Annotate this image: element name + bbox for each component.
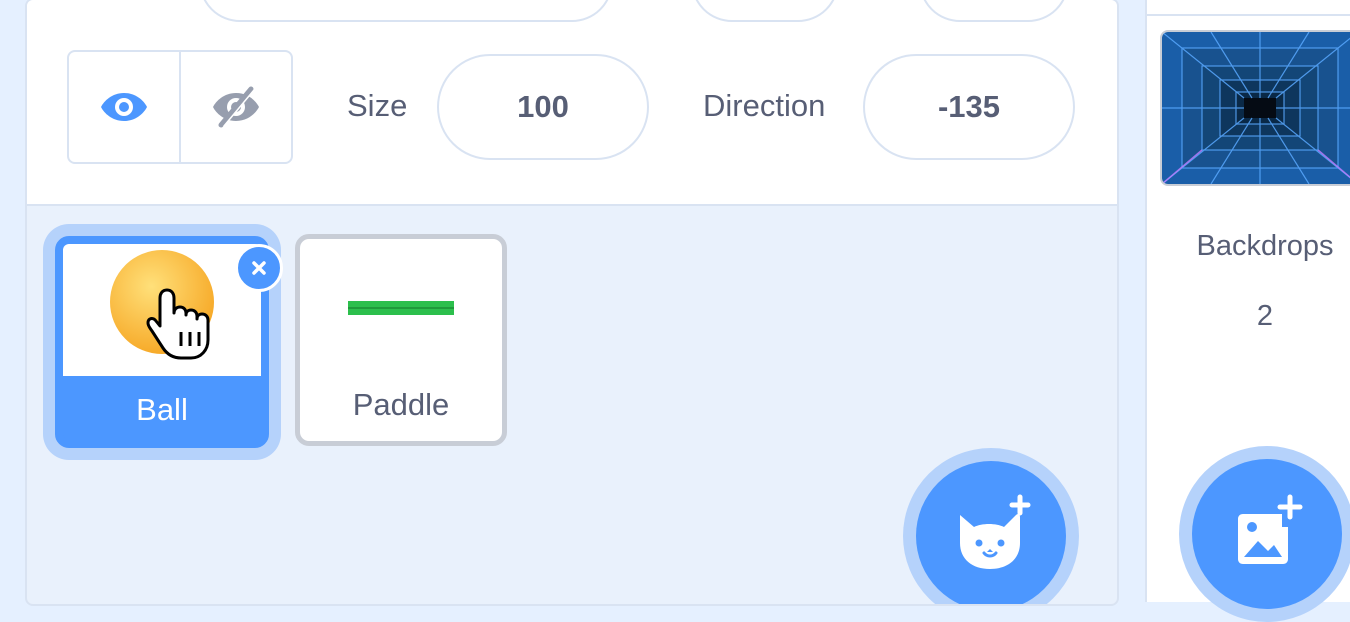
show-field-partial[interactable]: [691, 0, 839, 22]
sprite-pane: Size 100 Direction -135 Ball Paddle: [25, 0, 1119, 606]
direction-input[interactable]: -135: [863, 54, 1075, 160]
x-field-partial[interactable]: [199, 0, 613, 22]
stage-header-divider: [1147, 0, 1350, 16]
delete-sprite-button[interactable]: [235, 244, 283, 292]
image-plus-icon: [1238, 494, 1303, 564]
y-field-partial[interactable]: [919, 0, 1069, 22]
visibility-toggle: [67, 50, 293, 164]
add-backdrop-button[interactable]: [1192, 459, 1342, 609]
sprite-name-ball: Ball: [136, 392, 188, 427]
backdrop-thumbnail[interactable]: [1160, 30, 1350, 186]
sprite-thumbnail: [63, 244, 261, 376]
cat-plus-icon: [960, 494, 1031, 569]
eye-slash-icon: [213, 86, 259, 128]
backdrops-label: Backdrops: [1196, 230, 1334, 262]
hide-sprite-button[interactable]: [181, 52, 291, 162]
backdrops-count: 2: [1256, 300, 1274, 332]
hand-pointer-icon: [146, 288, 210, 360]
size-label: Size: [347, 88, 408, 123]
eye-icon: [101, 93, 147, 121]
backdrop-tunnel-image: [1162, 32, 1350, 184]
close-icon: [252, 261, 266, 275]
sprite-info-panel: Size 100 Direction -135: [27, 0, 1117, 206]
stage-pane: Backdrops 2: [1145, 0, 1350, 622]
sprite-name-paddle: Paddle: [352, 387, 450, 422]
paddle-costume-image: [348, 301, 454, 315]
direction-label: Direction: [703, 88, 826, 123]
sprite-tile-paddle[interactable]: Paddle: [295, 234, 507, 446]
add-sprite-button[interactable]: [916, 461, 1066, 604]
size-input[interactable]: 100: [437, 54, 649, 160]
show-sprite-button[interactable]: [69, 52, 181, 162]
